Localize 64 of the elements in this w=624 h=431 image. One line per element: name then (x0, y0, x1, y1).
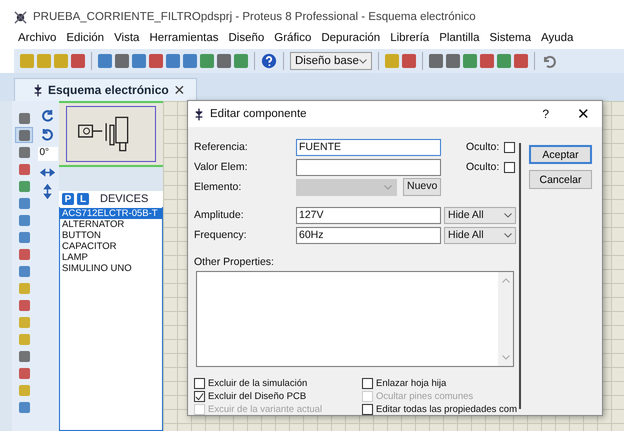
field-label: Elemento: (194, 181, 242, 193)
app-icon (14, 10, 27, 24)
chevron-down-icon (504, 232, 512, 238)
property-field[interactable]: 127V (296, 206, 441, 224)
field-label: Valor Elem: (194, 161, 248, 173)
library-button[interactable]: L (77, 193, 89, 205)
menu-item[interactable]: Diseño (228, 32, 264, 44)
menu-item[interactable]: Depuración (321, 32, 380, 44)
menu-item[interactable]: Ayuda (541, 32, 574, 44)
device-item[interactable]: SIMULINO UNO (60, 263, 162, 274)
option-checkbox[interactable]: Excluir del Diseño PCB (194, 390, 362, 402)
rotation-field[interactable]: 0° (38, 147, 58, 161)
menu-item[interactable]: Gráfico (274, 32, 312, 44)
other-properties-label: Other Properties: (194, 256, 275, 269)
dialog-title: Editar componente (210, 108, 308, 120)
menu-item[interactable]: Plantilla (439, 32, 480, 44)
undo-icon[interactable] (541, 53, 557, 69)
device-item[interactable]: ALTERNATOR (60, 219, 162, 230)
dialog-button[interactable]: Cancelar (529, 170, 592, 189)
menu-item[interactable]: Sistema (489, 32, 532, 44)
chevron-down-icon (359, 58, 367, 64)
rotate-clockwise-icon[interactable] (40, 109, 55, 124)
checkbox[interactable] (504, 142, 515, 152)
device-item[interactable]: ACS712ELCTR-05B-T (60, 208, 162, 219)
close-button[interactable]: ✕ (577, 105, 590, 123)
property-field[interactable]: 60Hz (296, 226, 441, 244)
menu-item[interactable]: Edición (66, 32, 104, 44)
close-tab-button[interactable]: ✕ (174, 82, 186, 98)
chevron-down-icon (384, 184, 392, 190)
checkmark-icon (195, 392, 204, 402)
hidden-label: Oculto: (466, 161, 500, 173)
device-item[interactable]: LAMP (60, 252, 162, 263)
text-field[interactable]: FUENTE (296, 138, 441, 156)
option-checkbox[interactable]: Enlazar hoja hija (362, 377, 522, 389)
scroll-up-icon[interactable] (502, 278, 510, 283)
checkbox[interactable] (504, 162, 515, 172)
chevron-down-icon (504, 212, 512, 218)
help-icon[interactable] (261, 53, 277, 69)
hidden-label: Oculto: (466, 141, 500, 153)
property-label: Amplitude: (194, 209, 245, 221)
pick-devices-button[interactable]: P (62, 193, 74, 205)
field-label: Referencia: (194, 141, 249, 153)
menu-item[interactable]: Archivo (18, 32, 56, 44)
help-button[interactable]: ? (542, 107, 549, 121)
scroll-down-icon[interactable] (502, 355, 510, 360)
window-title: PRUEBA_CORRIENTE_FILTROpdsprj - Proteus 8 Professional - Esquema electrónico (33, 11, 476, 23)
menu-item[interactable]: Librería (390, 32, 430, 44)
visibility-select[interactable]: Hide All (444, 226, 516, 244)
schematic-tab[interactable]: Esquema electrónico ✕ (14, 78, 197, 101)
visibility-select[interactable]: Hide All (444, 206, 516, 224)
device-item[interactable]: CAPACITOR (60, 241, 162, 252)
other-properties-field[interactable] (196, 271, 514, 367)
menu-item[interactable]: Herramientas (149, 32, 218, 44)
dialog-button[interactable]: Aceptar (529, 145, 592, 164)
option-checkbox[interactable]: Editar todas las propiedades com (362, 403, 522, 415)
device-item[interactable]: BUTTON (60, 230, 162, 241)
property-label: Frequency: (194, 229, 248, 241)
variant-select[interactable]: Diseño base (290, 52, 372, 70)
option-checkbox[interactable]: Excluir de la simulación (194, 377, 362, 389)
menu-item[interactable]: Vista (114, 32, 140, 44)
text-field[interactable] (296, 158, 441, 176)
scrollbar[interactable] (498, 272, 513, 366)
rotate-counterclockwise-icon[interactable] (40, 128, 55, 143)
devices-title: DEVICES (100, 193, 148, 205)
